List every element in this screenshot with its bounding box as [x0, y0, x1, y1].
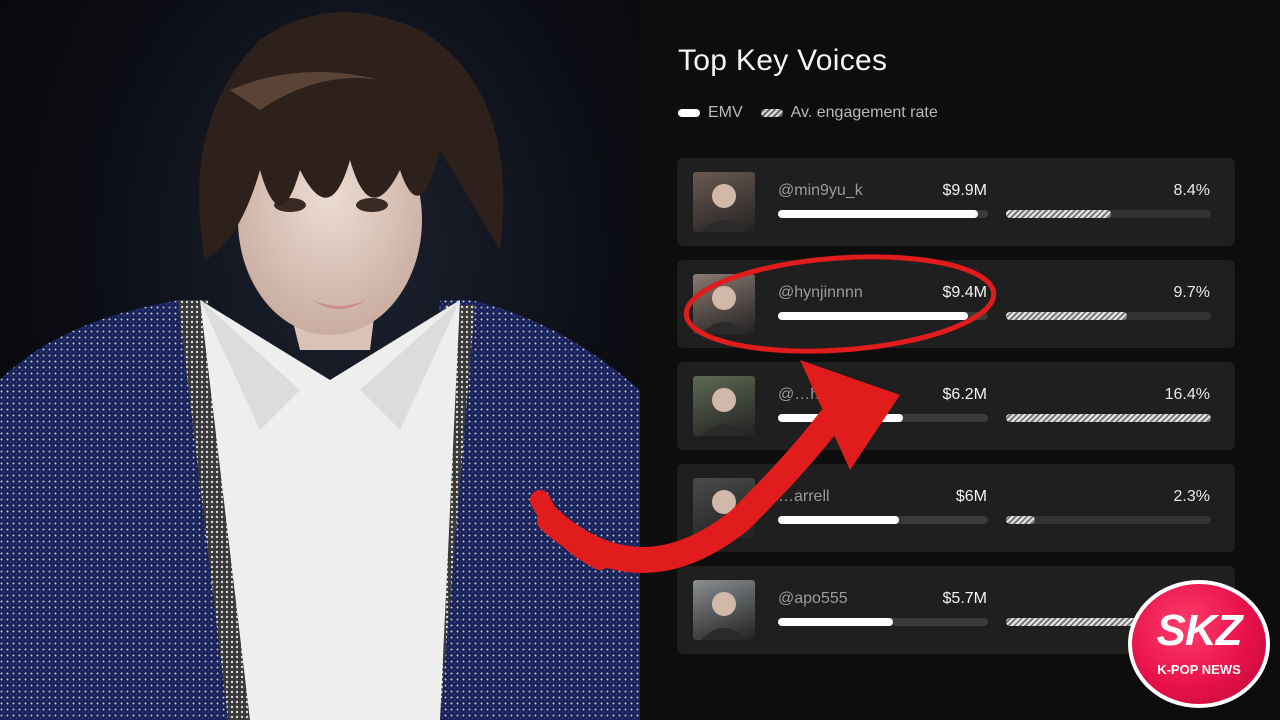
avatar: [693, 580, 755, 640]
engagement-bar: [1006, 414, 1211, 422]
chart-title: Top Key Voices: [678, 44, 888, 77]
row-handle: @hynjinnnn: [778, 284, 863, 301]
table-row: @min9yu_k $9.9M 8.4%: [677, 158, 1235, 246]
engagement-bar: [1006, 210, 1111, 218]
emv-bar: [778, 414, 903, 422]
engagement-bar-track: [1006, 516, 1211, 524]
row-handle: …arrell: [778, 488, 830, 505]
emv-bar-track: [778, 516, 988, 524]
avatar: [693, 172, 755, 232]
legend-label-emv: EMV: [708, 104, 743, 121]
emv-bar: [778, 618, 893, 626]
engagement-bar-track: [1006, 210, 1211, 218]
engagement-bar: [1006, 618, 1137, 626]
row-handle: @min9yu_k: [778, 182, 863, 199]
data-label-emv: $6.2M: [942, 386, 987, 403]
data-label-emv: $5.7M: [942, 590, 987, 607]
data-label-engagement: 16.4%: [1164, 386, 1210, 403]
skz-news-logo: SKZ K-POP NEWS: [1128, 580, 1270, 708]
logo-sub-text: K-POP NEWS: [1157, 662, 1241, 677]
emv-bar-track: [778, 618, 988, 626]
data-label-engagement: 2.3%: [1173, 488, 1210, 505]
legend-swatch-emv: [678, 109, 700, 117]
table-row: @hynjinnnn $9.4M 9.7%: [677, 260, 1235, 348]
emv-bar: [778, 210, 978, 218]
avatar: [693, 274, 755, 334]
engagement-bar: [1006, 516, 1035, 524]
legend-label-engagement: Av. engagement rate: [790, 104, 938, 121]
emv-bar-track: [778, 414, 988, 422]
data-label-emv: $6M: [955, 488, 987, 505]
photo-portrait-icon: [0, 12, 640, 720]
emv-bar-track: [778, 312, 988, 320]
engagement-bar-track: [1006, 414, 1211, 422]
row-handle: @…h.ig: [778, 386, 837, 403]
data-label-engagement: 8.4%: [1173, 182, 1210, 199]
engagement-bar-track: [1006, 312, 1211, 320]
data-label-engagement: 9.7%: [1173, 284, 1210, 301]
chart-legend: EMV Av. engagement rate: [678, 104, 938, 122]
emv-bar: [778, 312, 968, 320]
portrait-photo: [0, 0, 640, 720]
emv-bar-track: [778, 210, 988, 218]
logo-main-text: SKZ: [1156, 606, 1243, 655]
emv-bar: [778, 516, 899, 524]
data-label-emv: $9.4M: [942, 284, 987, 301]
avatar: [693, 376, 755, 436]
row-handle: @apo555: [778, 590, 848, 607]
table-row: …arrell $6M 2.3%: [677, 464, 1235, 552]
avatar: [693, 478, 755, 538]
engagement-bar: [1006, 312, 1127, 320]
data-label-emv: $9.9M: [942, 182, 987, 199]
table-row: @…h.ig $6.2M 16.4%: [677, 362, 1235, 450]
legend-swatch-engagement: [760, 109, 783, 117]
